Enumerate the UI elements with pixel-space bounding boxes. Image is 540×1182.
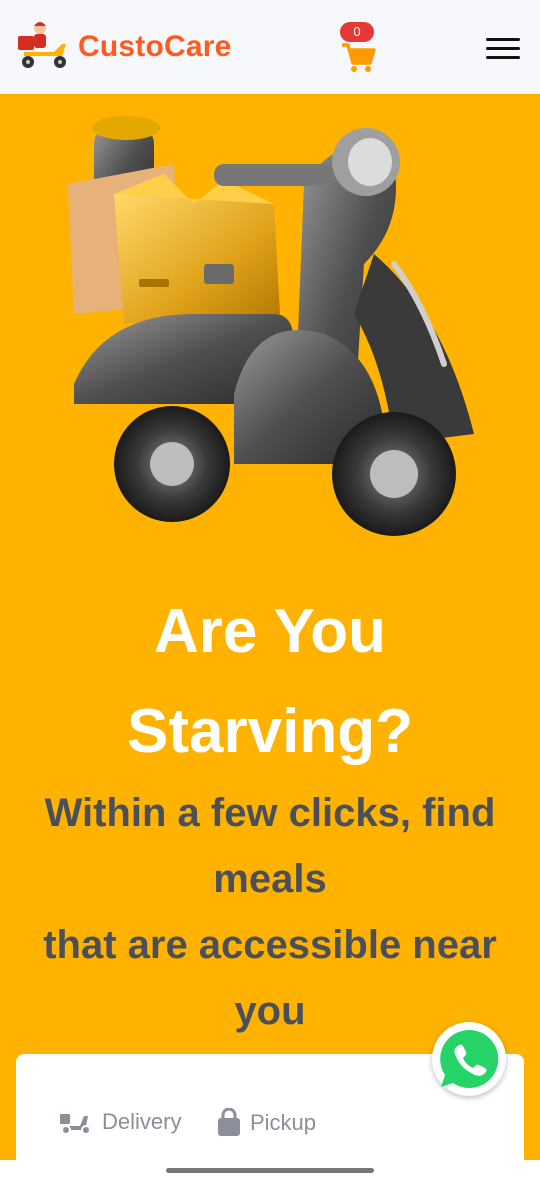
hero-section: Are You Starving? Within a few clicks, f…	[0, 94, 540, 1160]
system-navigation-bar	[0, 1160, 540, 1182]
hamburger-menu-icon[interactable]	[486, 38, 520, 62]
whatsapp-icon	[440, 1029, 499, 1088]
hero-subtitle: Within a few clicks, find meals that are…	[20, 780, 520, 1044]
cart-icon	[342, 43, 376, 72]
app-header: CustoCare 0	[0, 0, 540, 94]
cart-count-badge: 0	[340, 22, 374, 42]
delivery-rider-logo-icon[interactable]	[16, 18, 72, 76]
tab-delivery-label: Delivery	[102, 1109, 182, 1134]
scooter-with-box-illustration	[68, 116, 474, 536]
brand-name[interactable]: CustoCare	[78, 30, 232, 64]
shopping-bag-icon	[218, 1108, 240, 1136]
hero-title-text: Are You Starving?	[127, 597, 413, 766]
tab-delivery[interactable]: Delivery	[58, 1108, 181, 1136]
tab-pickup[interactable]: Pickup	[216, 1108, 316, 1138]
whatsapp-button[interactable]	[432, 1022, 506, 1096]
tab-pickup-label: Pickup	[250, 1110, 317, 1135]
hero-title: Are You Starving?	[0, 582, 540, 782]
hero-subtitle-line1: Within a few clicks, find meals	[44, 791, 496, 901]
cart-button[interactable]: 0	[338, 22, 378, 76]
scooter-icon	[60, 1114, 91, 1135]
home-indicator[interactable]	[166, 1168, 374, 1173]
